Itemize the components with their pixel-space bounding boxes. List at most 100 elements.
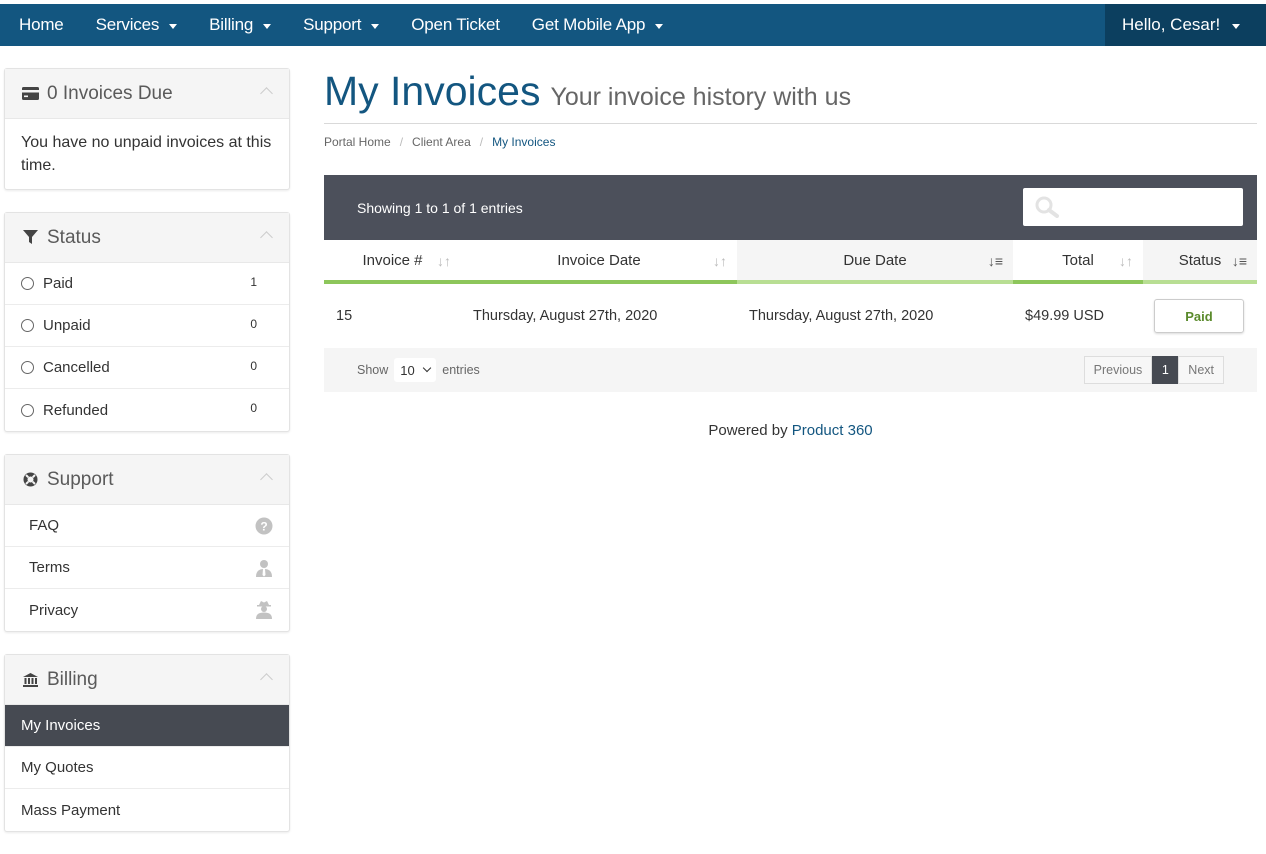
- billing-link-label: Mass Payment: [21, 801, 121, 819]
- main-content: My Invoices Your invoice history with us…: [324, 68, 1257, 439]
- status-count: 0: [250, 359, 257, 373]
- invoices-due-heading[interactable]: 0 Invoices Due: [5, 69, 289, 119]
- footer-powered-by: Powered by Product 360: [324, 422, 1257, 439]
- status-badge[interactable]: Paid: [1154, 299, 1244, 333]
- column-header-label: Total: [1062, 251, 1094, 269]
- user-tie-icon: [255, 559, 273, 577]
- nav-billing-label: Billing: [209, 15, 254, 34]
- column-header-label: Invoice #: [362, 251, 423, 269]
- powered-by-link[interactable]: Product 360: [792, 422, 873, 439]
- show-label: Show: [357, 363, 389, 377]
- caret-down-icon: [169, 23, 178, 29]
- sort-descending-icon: ↓≡: [1231, 253, 1247, 269]
- search-icon: [1035, 196, 1061, 221]
- cell-total: $49.99 USD: [1025, 308, 1104, 324]
- status-count: 0: [250, 317, 257, 331]
- table-search-input[interactable]: [1023, 188, 1243, 226]
- page-length-select[interactable]: 10: [394, 358, 437, 382]
- support-link-privacy[interactable]: Privacy: [5, 589, 289, 631]
- support-link-faq[interactable]: FAQ ?: [5, 505, 289, 547]
- entries-label: entries: [442, 363, 480, 377]
- status-filter-unpaid[interactable]: Unpaid 0: [5, 305, 289, 347]
- user-menu-label: Hello, Cesar!: [1122, 15, 1221, 34]
- billing-link-my-invoices[interactable]: My Invoices: [5, 705, 289, 747]
- cell-status: Paid: [1143, 299, 1257, 333]
- nav-home[interactable]: Home: [0, 4, 80, 46]
- column-header-total[interactable]: Total ↓↑: [1013, 240, 1143, 284]
- sort-ascending-icon: ↓≡: [987, 253, 1003, 269]
- breadcrumb-separator: /: [479, 135, 484, 149]
- sidebar: 0 Invoices Due You have no unpaid invoic…: [4, 68, 290, 854]
- status-count: 1: [250, 275, 257, 289]
- cell-invoice-number: 15: [336, 308, 353, 324]
- column-header-label: Status: [1178, 251, 1222, 269]
- caret-down-icon: [655, 23, 664, 29]
- chevron-up-icon[interactable]: [260, 473, 273, 486]
- column-header-label: Invoice Date: [557, 251, 641, 269]
- support-heading[interactable]: Support: [5, 455, 289, 505]
- entries-info: Showing 1 to 1 of 1 entries: [357, 199, 523, 216]
- status-filter-paid[interactable]: Paid 1: [5, 263, 289, 305]
- invoices-due-message: You have no unpaid invoices at this time…: [21, 134, 272, 174]
- status-heading[interactable]: Status: [5, 213, 289, 263]
- breadcrumb-client-area[interactable]: Client Area: [412, 135, 471, 149]
- radio-icon[interactable]: [21, 319, 34, 332]
- page-header: My Invoices Your invoice history with us: [324, 68, 1257, 124]
- nav-open-ticket[interactable]: Open Ticket: [395, 4, 516, 46]
- life-ring-icon: [21, 472, 39, 488]
- table-row[interactable]: 15 Thursday, August 27th, 2020 Thursday,…: [324, 284, 1257, 348]
- caret-down-icon: [1232, 23, 1241, 29]
- column-header-due-date[interactable]: Due Date ↓≡: [737, 240, 1013, 284]
- pagination-page-1[interactable]: 1: [1152, 356, 1179, 384]
- chevron-up-icon[interactable]: [260, 87, 273, 100]
- billing-heading[interactable]: Billing: [5, 655, 289, 705]
- column-header-label: Due Date: [843, 251, 907, 269]
- support-link-label: Terms: [29, 559, 70, 576]
- status-title: Status: [47, 226, 101, 248]
- billing-link-mass-payment[interactable]: Mass Payment: [5, 789, 289, 831]
- column-header-invoice[interactable]: Invoice # ↓↑: [324, 240, 461, 284]
- breadcrumb-current: My Invoices: [492, 135, 556, 149]
- support-title: Support: [47, 468, 114, 490]
- pagination-next[interactable]: Next: [1178, 356, 1224, 384]
- support-panel: Support FAQ ? Terms Privacy: [4, 454, 290, 632]
- support-link-label: Privacy: [29, 601, 79, 619]
- question-circle-icon: ?: [255, 517, 273, 535]
- radio-icon[interactable]: [21, 403, 34, 417]
- billing-link-label: My Quotes: [21, 759, 94, 776]
- nav-support[interactable]: Support: [287, 4, 395, 46]
- billing-link-my-quotes[interactable]: My Quotes: [5, 747, 289, 789]
- status-filter-refunded[interactable]: Refunded 0: [5, 389, 289, 431]
- status-filter-label: Paid: [43, 275, 74, 292]
- status-filter-label: Refunded: [43, 401, 109, 419]
- radio-icon[interactable]: [21, 361, 34, 374]
- chevron-up-icon[interactable]: [260, 673, 273, 686]
- page-length-value: 10: [400, 362, 415, 378]
- column-header-invoice-date[interactable]: Invoice Date ↓↑: [461, 240, 737, 284]
- svg-text:?: ?: [260, 520, 267, 534]
- filter-icon: [21, 230, 39, 246]
- credit-card-icon: [21, 86, 39, 102]
- breadcrumb-portal-home[interactable]: Portal Home: [324, 135, 391, 149]
- sort-icon: ↓↑: [713, 253, 727, 269]
- nav-get-mobile-app-label: Get Mobile App: [531, 15, 646, 34]
- nav-support-label: Support: [303, 15, 362, 34]
- support-link-label: FAQ: [29, 517, 60, 534]
- user-menu[interactable]: Hello, Cesar!: [1105, 4, 1266, 46]
- status-count: 0: [250, 401, 257, 415]
- billing-link-label: My Invoices: [21, 717, 101, 734]
- billing-panel: Billing My Invoices My Quotes Mass Payme…: [4, 654, 290, 832]
- chevron-down-icon: [423, 363, 432, 373]
- nav-services[interactable]: Services: [80, 4, 194, 46]
- status-filter-cancelled[interactable]: Cancelled 0: [5, 347, 289, 389]
- chevron-up-icon[interactable]: [260, 231, 273, 244]
- radio-icon[interactable]: [21, 277, 34, 290]
- pagination-previous[interactable]: Previous: [1083, 356, 1153, 384]
- table-header: Invoice # ↓↑ Invoice Date ↓↑ Due Date ↓≡ To…: [324, 240, 1257, 284]
- breadcrumb-separator: /: [399, 135, 404, 149]
- nav-get-mobile-app[interactable]: Get Mobile App: [516, 4, 679, 46]
- support-link-terms[interactable]: Terms: [5, 547, 289, 589]
- column-header-status[interactable]: Status ↓≡: [1143, 240, 1257, 284]
- nav-billing[interactable]: Billing: [193, 4, 287, 46]
- invoices-due-panel: 0 Invoices Due You have no unpaid invoic…: [4, 68, 290, 190]
